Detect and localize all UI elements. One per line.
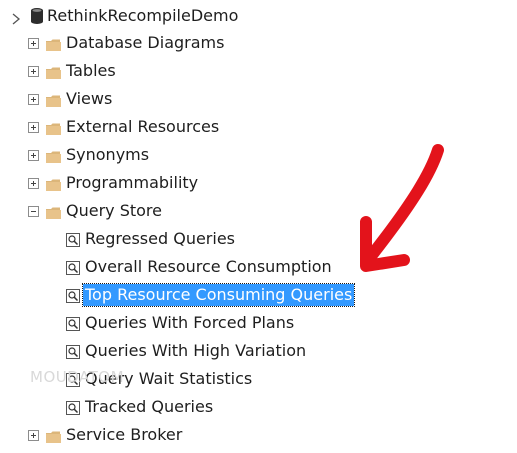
tree-node-external-resources[interactable]: External Resources [0, 115, 260, 139]
query-report-icon [66, 288, 80, 303]
folder-icon [46, 176, 61, 191]
expand-plus-icon[interactable] [28, 122, 39, 133]
report-tracked-queries[interactable]: Tracked Queries [0, 395, 360, 419]
expand-plus-icon[interactable] [28, 150, 39, 161]
tree-node-database[interactable]: RethinkRecompileDemo [0, 4, 260, 28]
tree-node-database-diagrams[interactable]: Database Diagrams [0, 31, 260, 55]
report-label: Queries With Forced Plans [85, 313, 295, 332]
object-explorer-tree: RethinkRecompileDemo Database Diagrams T… [0, 0, 517, 453]
tree-node-query-store[interactable]: Query Store [0, 199, 260, 223]
query-report-icon [66, 400, 80, 415]
expand-plus-icon[interactable] [28, 178, 39, 189]
folder-label: Database Diagrams [66, 33, 225, 52]
collapse-minus-icon[interactable] [28, 206, 39, 217]
report-label: Tracked Queries [85, 397, 214, 416]
report-query-wait-statistics[interactable]: Query Wait Statistics [0, 367, 360, 391]
expand-plus-icon[interactable] [28, 66, 39, 77]
folder-label: Tables [66, 61, 116, 80]
query-report-icon [66, 344, 80, 359]
report-label-selected: Top Resource Consuming Queries [81, 283, 356, 307]
folder-icon [46, 204, 61, 219]
report-overall-resource-consumption[interactable]: Overall Resource Consumption [0, 255, 360, 279]
expand-plus-icon[interactable] [28, 430, 39, 441]
tree-node-synonyms[interactable]: Synonyms [0, 143, 260, 167]
folder-label: Service Broker [66, 425, 183, 444]
query-report-icon [66, 260, 80, 275]
query-report-icon [66, 232, 80, 247]
report-queries-with-high-variation[interactable]: Queries With High Variation [0, 339, 360, 363]
folder-label: Query Store [66, 201, 162, 220]
expand-plus-icon[interactable] [28, 38, 39, 49]
tree-node-service-broker[interactable]: Service Broker [0, 423, 260, 447]
expand-arrow-icon[interactable] [12, 10, 21, 29]
report-label: Queries With High Variation [85, 341, 307, 360]
folder-label: Views [66, 89, 113, 108]
folder-icon [46, 120, 61, 135]
database-name: RethinkRecompileDemo [47, 6, 239, 25]
report-top-resource-consuming-queries[interactable]: Top Resource Consuming Queries [0, 283, 360, 307]
folder-icon [46, 92, 61, 107]
expand-plus-icon[interactable] [28, 94, 39, 105]
query-report-icon [66, 372, 80, 387]
report-regressed-queries[interactable]: Regressed Queries [0, 227, 360, 251]
query-report-icon [66, 316, 80, 331]
report-queries-with-forced-plans[interactable]: Queries With Forced Plans [0, 311, 360, 335]
database-icon [30, 7, 44, 29]
report-label: Query Wait Statistics [85, 369, 253, 388]
folder-label: Programmability [66, 173, 199, 192]
folder-icon [46, 64, 61, 79]
tree-node-tables[interactable]: Tables [0, 59, 260, 83]
folder-label: External Resources [66, 117, 220, 136]
folder-icon [46, 148, 61, 163]
report-label: Regressed Queries [85, 229, 236, 248]
tree-node-programmability[interactable]: Programmability [0, 171, 260, 195]
folder-icon [46, 428, 61, 443]
tree-node-views[interactable]: Views [0, 87, 260, 111]
folder-label: Synonyms [66, 145, 150, 164]
folder-icon [46, 36, 61, 51]
report-label: Overall Resource Consumption [85, 257, 332, 276]
